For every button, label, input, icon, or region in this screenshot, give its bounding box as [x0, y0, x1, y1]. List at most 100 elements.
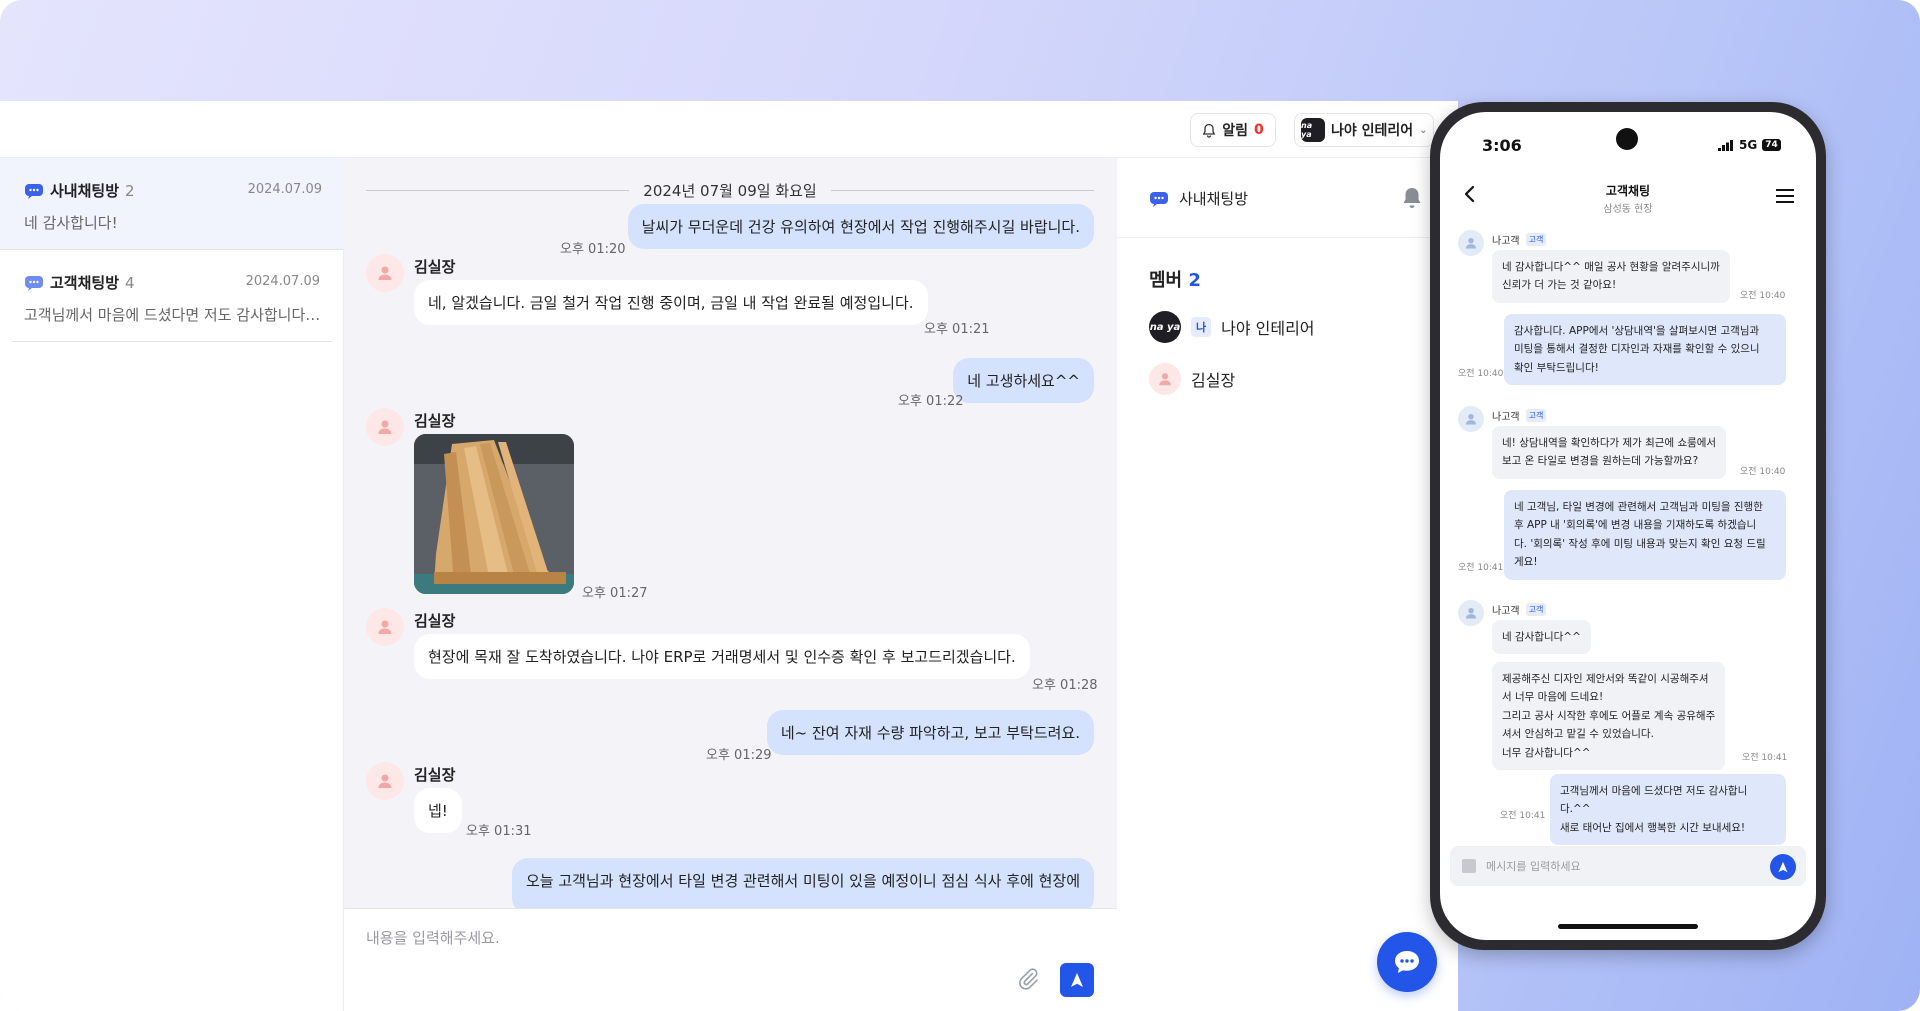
hamburger-menu-icon[interactable]	[1776, 188, 1794, 204]
user-icon	[378, 266, 392, 280]
room-item-internal[interactable]: 사내채팅방 2 2024.07.09 네 감사합니다!	[0, 158, 344, 250]
incoming-message: 넵!	[414, 788, 462, 833]
chat-bubble-icon	[1395, 951, 1419, 973]
notification-count: 0	[1254, 122, 1264, 138]
me-badge: 나	[1191, 317, 1212, 337]
room-item-customer[interactable]: 고객채팅방 4 2024.07.09 고객님께서 마음에 드셨다면 저도 감사합…	[12, 250, 332, 342]
home-indicator	[1558, 924, 1698, 929]
chevron-down-icon: ⌄	[1419, 124, 1428, 136]
member-name: 김실장	[1191, 371, 1236, 390]
outgoing-message: 네 고생하세요^^	[953, 358, 1094, 403]
member-item[interactable]: 김실장	[1149, 363, 1235, 395]
user-icon	[378, 620, 392, 634]
phone-message-composer[interactable]: 메시지를 입력하세요	[1450, 846, 1806, 886]
user-icon	[378, 774, 392, 788]
lumber-image	[414, 434, 574, 594]
room-name: 사내채팅방	[50, 182, 120, 200]
camera-hole	[1616, 128, 1638, 150]
message-time: 오후 01:31	[466, 824, 532, 839]
network-label: 5G	[1739, 138, 1758, 152]
message-time: 오후 01:22	[898, 394, 964, 409]
send-button[interactable]	[1060, 963, 1094, 997]
message-time: 오전 10:41	[1742, 753, 1788, 763]
app-showcase-background: 알림 0 na ya 나야 인테리어 ⌄ 사내채팅방 2 2024.07.09 …	[0, 0, 1920, 1011]
notification-button[interactable]: 알림 0	[1190, 113, 1276, 147]
chat-panel: 2024년 07월 09일 화요일 날씨가 무더운데 건강 유의하여 현장에서 …	[344, 158, 1117, 1011]
room-date: 2024.07.09	[245, 274, 320, 289]
message-time: 오후 01:28	[1032, 678, 1098, 693]
send-arrow-icon	[1778, 861, 1788, 873]
avatar	[1458, 600, 1484, 626]
message-time: 오전 10:40	[1740, 291, 1786, 301]
phone-mockup: 3:06 5G 74 고객채팅 삼성동 현장 나고객 고객 네 감사합니다^^ …	[1430, 102, 1826, 950]
room-date: 2024.07.09	[247, 182, 322, 197]
desktop-window: 알림 0 na ya 나야 인테리어 ⌄ 사내채팅방 2 2024.07.09 …	[0, 101, 1458, 1011]
phone-outgoing-message: 네 고객님, 타일 변경에 관련해서 고객님과 미팅을 진행한 후 APP 내 '…	[1504, 490, 1786, 580]
avatar	[1149, 363, 1181, 395]
incoming-message: 네, 알겠습니다. 금일 철거 작업 진행 중이며, 금일 내 작업 완료될 예…	[414, 280, 928, 325]
bell-icon[interactable]	[1401, 186, 1423, 210]
paperclip-icon[interactable]	[1016, 967, 1040, 991]
room-preview: 네 감사합니다!	[24, 214, 118, 232]
image-attach-icon[interactable]	[1462, 859, 1476, 873]
message-time: 오후 01:21	[924, 322, 990, 337]
top-bar: 알림 0 na ya 나야 인테리어 ⌄	[0, 101, 1458, 158]
avatar	[1458, 230, 1484, 256]
room-list: 사내채팅방 2 2024.07.09 네 감사합니다! 고객채팅방 4 2024…	[0, 158, 344, 1011]
message-time: 오전 10:41	[1458, 563, 1504, 573]
message-time: 오전 10:41	[1500, 811, 1546, 821]
user-icon	[1465, 237, 1477, 249]
avatar	[366, 254, 404, 292]
phone-chat-subtitle: 삼성동 현장	[1603, 204, 1653, 215]
floating-chat-button[interactable]	[1377, 932, 1437, 992]
incoming-message: 현장에 목재 잘 도착하였습니다. 나야 ERP로 거래명세서 및 인수증 확인…	[414, 634, 1030, 679]
phone-incoming-message: 네 감사합니다^^	[1492, 620, 1591, 655]
outgoing-message: 날씨가 무더운데 건강 유의하여 현장에서 작업 진행해주시길 바랍니다.	[627, 204, 1094, 249]
phone-incoming-message: 네 감사합니다^^ 매일 공사 현황을 알려주시니까 신뢰가 더 가는 것 같아요…	[1492, 250, 1730, 303]
phone-chat-header: 고객채팅 삼성동 현장	[1440, 176, 1816, 220]
phone-incoming-message: 제공해주신 디자인 제안서와 똑같이 시공해주셔 서 너무 마음에 드네요! 그리고…	[1492, 662, 1726, 770]
customer-chat-icon	[25, 275, 43, 291]
member-item[interactable]: na ya 나 나야 인테리어	[1149, 311, 1315, 343]
message-input[interactable]: 내용을 입력해주세요.	[366, 927, 500, 948]
company-selector[interactable]: na ya 나야 인테리어 ⌄	[1294, 113, 1434, 147]
phone-message-list[interactable]: 나고객 고객 네 감사합니다^^ 매일 공사 현황을 알려주시니까 신뢰가 더 가는…	[1440, 230, 1816, 850]
message-time: 오전 10:40	[1458, 369, 1504, 379]
room-member-count: 4	[125, 273, 135, 292]
phone-outgoing-message: 감사합니다. APP에서 '상담내역'을 살펴보시면 고객님과 미팅을 통해서 결…	[1504, 314, 1786, 386]
phone-message-input[interactable]: 메시지를 입력하세요	[1486, 858, 1581, 874]
send-arrow-icon	[1071, 973, 1083, 987]
message-list[interactable]: 2024년 07월 09일 화요일 날씨가 무더운데 건강 유의하여 현장에서 …	[344, 158, 1117, 908]
avatar	[1458, 406, 1484, 432]
message-time: 오후 01:20	[560, 242, 626, 257]
room-name: 고객채팅방	[50, 274, 120, 292]
signal-icon	[1718, 139, 1733, 151]
date-separator: 2024년 07월 09일 화요일	[366, 180, 1095, 200]
outgoing-message: 네~ 잔여 자재 수량 파악하고, 보고 부탁드려요.	[766, 710, 1094, 755]
battery-icon: 74	[1762, 139, 1781, 151]
member-name: 나야 인테리어	[1221, 319, 1315, 338]
phone-chat-title: 고객채팅	[1605, 184, 1651, 198]
message-composer[interactable]: 내용을 입력해주세요.	[344, 908, 1117, 1011]
user-icon	[378, 420, 392, 434]
user-icon	[1465, 413, 1477, 425]
sender-name: 김실장	[414, 766, 456, 784]
chat-room-icon	[1150, 191, 1168, 207]
phone-outgoing-message: 고객님께서 마음에 드셨다면 저도 감사합니다.^^ 새로 태어난 집에서 행복한…	[1550, 774, 1786, 846]
message-time: 오후 01:29	[706, 748, 772, 763]
sender-name: 김실장	[414, 258, 456, 276]
avatar	[366, 408, 404, 446]
lumber-photo[interactable]	[414, 434, 574, 594]
notification-label: 알림	[1222, 123, 1248, 139]
phone-send-button[interactable]	[1770, 854, 1796, 880]
company-logo: na ya	[1301, 118, 1325, 142]
phone-screen: 3:06 5G 74 고객채팅 삼성동 현장 나고객 고객 네 감사합니다^^ …	[1440, 112, 1816, 940]
phone-incoming-message: 네! 상담내역을 확인하다가 제가 최근에 쇼룸에서 보고 온 타일로 변경을 원…	[1492, 426, 1727, 479]
avatar	[366, 762, 404, 800]
status-bar: 3:06 5G 74	[1440, 112, 1816, 158]
outgoing-message: 오늘 고객님과 현장에서 타일 변경 관련해서 미팅이 있을 예정이니 점심 식…	[511, 858, 1094, 908]
room-preview: 고객님께서 마음에 드셨다면 저도 감사합니다....	[24, 306, 324, 324]
sender-name: 김실장	[414, 612, 456, 630]
message-time: 오후 01:27	[582, 586, 648, 601]
message-time: 오전 10:40	[1740, 467, 1786, 477]
